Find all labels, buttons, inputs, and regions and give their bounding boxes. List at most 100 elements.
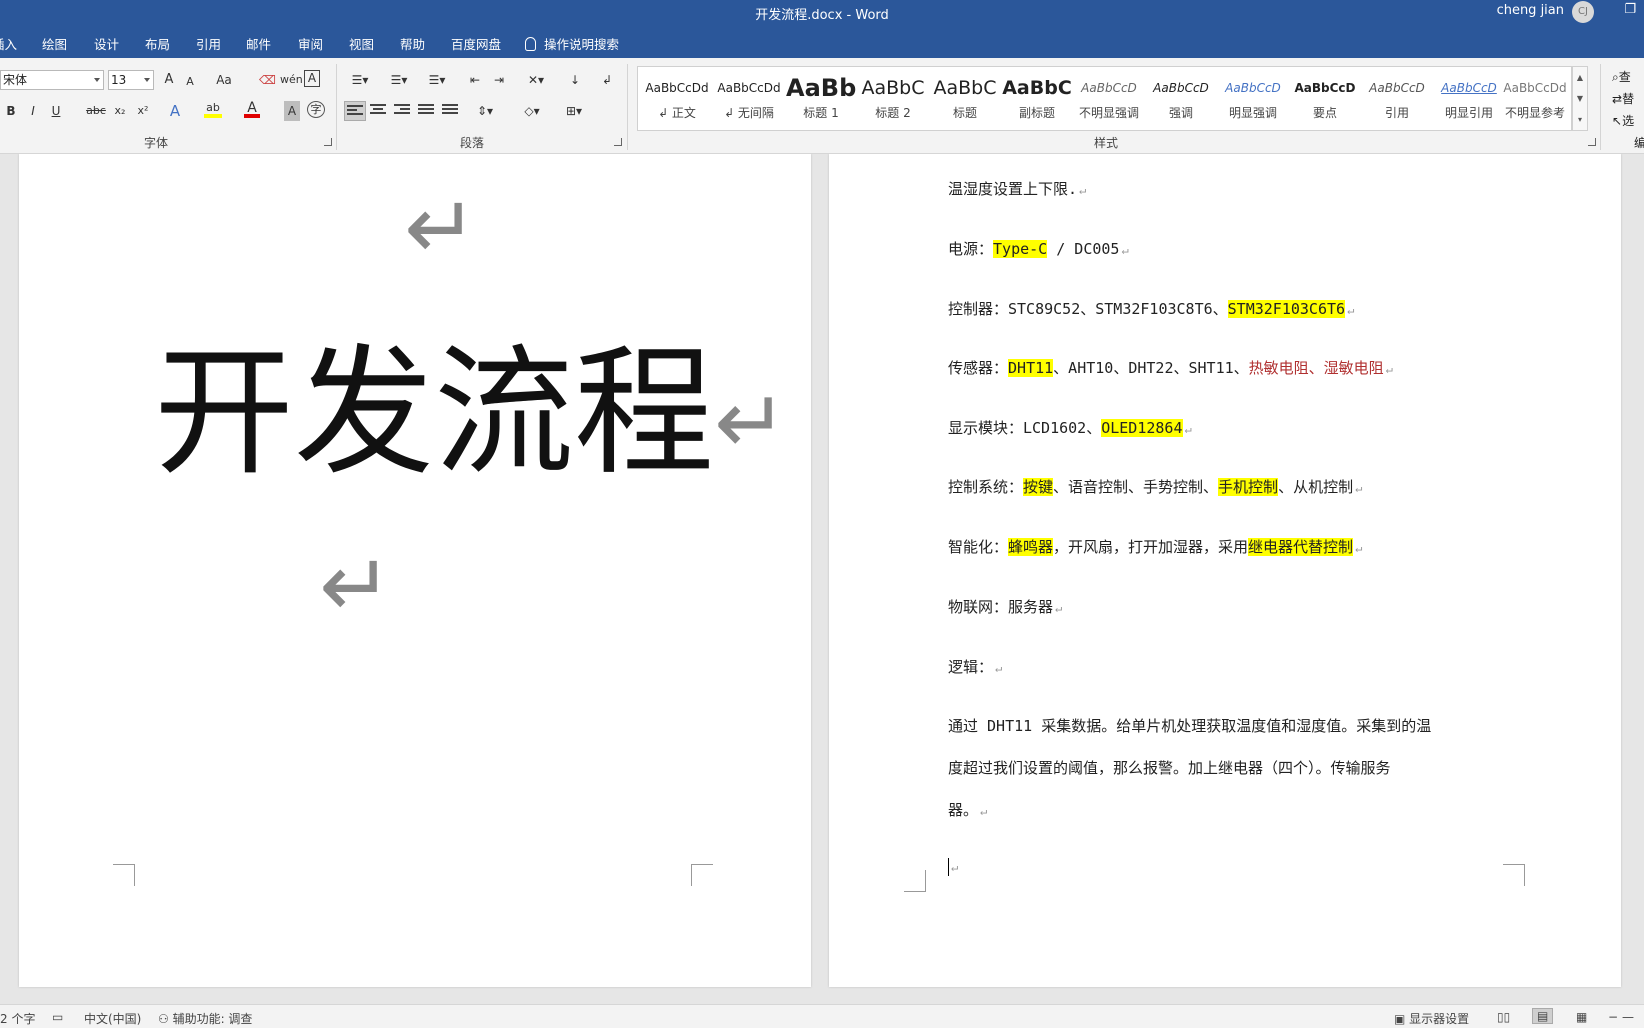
doc-paragraph[interactable]: 物联网：服务器 ↵	[948, 596, 1062, 617]
multilevel-list-button[interactable]: ☰▾	[423, 70, 451, 90]
subscript-button[interactable]: x₂	[111, 101, 129, 121]
user-name[interactable]: cheng jian	[1497, 3, 1564, 18]
page-left[interactable]: ↵ 开发流程↵ ↵	[19, 154, 811, 987]
style-no-spacing[interactable]: AaBbCcDd ↲ 无间隔	[714, 71, 784, 127]
doc-paragraph[interactable]: 温湿度设置上下限. ↵	[948, 178, 1086, 199]
styles-dialog-launcher[interactable]	[1588, 138, 1596, 146]
doc-paragraph[interactable]: ↵	[948, 857, 958, 876]
numbering-button[interactable]: ☰▾	[385, 70, 413, 90]
style-heading-2[interactable]: AaBbC 标题 2	[858, 71, 928, 127]
borders-button[interactable]: ⊞▾	[560, 101, 588, 121]
text-effects-button[interactable]: A	[166, 101, 184, 121]
font-size-box[interactable]: 13	[108, 70, 154, 90]
document-title[interactable]: 开发流程↵	[154, 344, 788, 484]
replace-button[interactable]: ⇄替	[1612, 90, 1634, 107]
tab-baidu-netdisk[interactable]: 百度网盘	[451, 34, 501, 53]
bold-button[interactable]: B	[3, 101, 19, 121]
tab-insert[interactable]: 插入	[0, 34, 17, 53]
select-button[interactable]: ↖选	[1612, 112, 1634, 129]
page-right[interactable]: 温湿度设置上下限. ↵ 电源：Type-C / DC005 ↵ 控制器：STC89C…	[829, 154, 1621, 987]
show-marks-button[interactable]: ↲	[598, 70, 616, 90]
doc-paragraph[interactable]: 传感器：DHT11、AHT10、DHT22、SHT11、热敏电阻、湿敏电阻 ↵	[948, 357, 1393, 378]
tell-me-search[interactable]: 操作说明搜索	[525, 34, 619, 53]
paragraph-dialog-launcher[interactable]	[614, 138, 622, 146]
style-emphasis[interactable]: AaBbCcD 强调	[1146, 71, 1216, 127]
bullets-button[interactable]: ☰▾	[346, 70, 374, 90]
scroll-up-icon[interactable]: ▲	[1573, 67, 1587, 88]
style-intense-emphasis[interactable]: AaBbCcD 明显强调	[1218, 71, 1288, 127]
increase-indent-button[interactable]: ⇥	[490, 70, 508, 90]
tab-mailings[interactable]: 邮件	[246, 34, 271, 53]
doc-paragraph[interactable]: 控制器：STC89C52、STM32F103C8T6、STM32F103C6T6…	[948, 298, 1354, 319]
find-button[interactable]: ⌕查	[1612, 68, 1631, 85]
underline-button[interactable]: U	[48, 101, 64, 121]
accessibility-checker[interactable]: ⚇ 辅助功能: 调查	[158, 1010, 252, 1027]
sort-button[interactable]: ↓	[566, 70, 584, 90]
style-intense-quote[interactable]: AaBbCcD 明显引用	[1434, 71, 1504, 127]
chinese-layout-button[interactable]: ✕▾	[523, 70, 549, 90]
font-color-button[interactable]: A	[244, 98, 260, 118]
shading-button[interactable]: ◇▾	[518, 101, 546, 121]
read-mode-button[interactable]: ▯▯	[1497, 1010, 1510, 1024]
line-spacing-button[interactable]: ⇕▾	[472, 101, 498, 121]
style-quote[interactable]: AaBbCcD 引用	[1362, 71, 1432, 127]
phonetic-guide-button[interactable]: wén	[280, 70, 303, 90]
tab-design[interactable]: 设计	[94, 34, 119, 53]
shrink-font-button[interactable]: A	[182, 72, 198, 92]
highlight-button[interactable]: ab	[204, 98, 222, 118]
doc-paragraph-line[interactable]: 通过 DHT11 采集数据。给单片机处理获取温度值和湿度值。采集到的温	[948, 715, 1431, 736]
justify-button[interactable]	[418, 104, 436, 118]
print-layout-button[interactable]: ▤	[1532, 1008, 1554, 1024]
restore-icon[interactable]: ❐	[1624, 2, 1636, 17]
styles-gallery-scroll[interactable]: ▲ ▼ ▾	[1572, 66, 1588, 131]
align-center-button[interactable]	[370, 104, 388, 118]
zoom-out-button[interactable]: −	[1608, 1010, 1618, 1024]
tab-review[interactable]: 审阅	[298, 34, 323, 53]
avatar[interactable]: CJ	[1572, 1, 1594, 23]
tab-view[interactable]: 视图	[349, 34, 374, 53]
enclose-characters-button[interactable]: 字	[307, 101, 325, 118]
doc-paragraph[interactable]: 显示模块：LCD1602、OLED12864 ↵	[948, 417, 1192, 438]
font-name-box[interactable]: 宋体	[0, 70, 104, 90]
doc-paragraph[interactable]: 控制系统：按键、语音控制、手势控制、手机控制、从机控制 ↵	[948, 476, 1362, 497]
style-subtitle[interactable]: AaBbC 副标题	[1002, 71, 1072, 127]
style-normal[interactable]: AaBbCcDd ↲ 正文	[642, 71, 712, 127]
style-subtle-reference[interactable]: AaBbCcDd 不明显参考	[1500, 71, 1570, 127]
character-border-button[interactable]: A	[304, 70, 320, 87]
font-dialog-launcher[interactable]	[324, 138, 332, 146]
zoom-slider[interactable]: —	[1622, 1010, 1634, 1024]
style-strong[interactable]: AaBbCcD 要点	[1290, 71, 1360, 127]
superscript-button[interactable]: x²	[134, 101, 152, 121]
web-layout-button[interactable]: ▦	[1576, 1010, 1587, 1024]
language-indicator[interactable]: 中文(中国)	[84, 1010, 141, 1027]
style-subtle-emphasis[interactable]: AaBbCcD 不明显强调	[1074, 71, 1144, 127]
tab-layout[interactable]: 布局	[145, 34, 170, 53]
doc-paragraph[interactable]: 器。 ↵	[948, 799, 987, 820]
chevron-down-icon[interactable]	[94, 78, 100, 82]
expand-gallery-icon[interactable]: ▾	[1573, 109, 1587, 130]
chevron-down-icon[interactable]	[144, 78, 150, 82]
book-check-icon[interactable]: ▭	[52, 1010, 63, 1024]
scroll-down-icon[interactable]: ▼	[1573, 88, 1587, 109]
character-shading-button[interactable]: A	[284, 101, 300, 121]
change-case-button[interactable]: Aa	[211, 70, 237, 90]
tab-help[interactable]: 帮助	[400, 34, 425, 53]
align-left-button[interactable]	[344, 101, 366, 121]
tab-references[interactable]: 引用	[196, 34, 221, 53]
doc-paragraph-line[interactable]: 度超过我们设置的阈值，那么报警。加上继电器（四个）。传输服务	[948, 757, 1391, 778]
eraser-icon[interactable]: ⌫	[259, 70, 276, 90]
italic-button[interactable]: I	[25, 101, 41, 121]
style-title[interactable]: AaBbC 标题	[930, 71, 1000, 127]
tab-draw[interactable]: 绘图	[42, 34, 67, 53]
distributed-button[interactable]	[442, 104, 460, 118]
display-settings[interactable]: ▣ 显示器设置	[1394, 1010, 1469, 1027]
strikethrough-button[interactable]: abc	[85, 101, 107, 121]
doc-paragraph[interactable]: 电源：Type-C / DC005 ↵	[948, 238, 1129, 259]
decrease-indent-button[interactable]: ⇤	[466, 70, 484, 90]
grow-font-button[interactable]: A	[160, 70, 178, 90]
align-right-button[interactable]	[394, 104, 412, 118]
doc-paragraph[interactable]: 智能化：蜂鸣器，开风扇，打开加湿器，采用继电器代替控制 ↵	[948, 536, 1362, 557]
word-count[interactable]: 2 个字	[0, 1010, 35, 1027]
doc-paragraph[interactable]: 逻辑： ↵	[948, 656, 1002, 677]
document-area[interactable]: ↵ 开发流程↵ ↵ 温湿度设置上下限. ↵ 电源：Type-C / DC005 ↵ …	[0, 154, 1644, 1004]
